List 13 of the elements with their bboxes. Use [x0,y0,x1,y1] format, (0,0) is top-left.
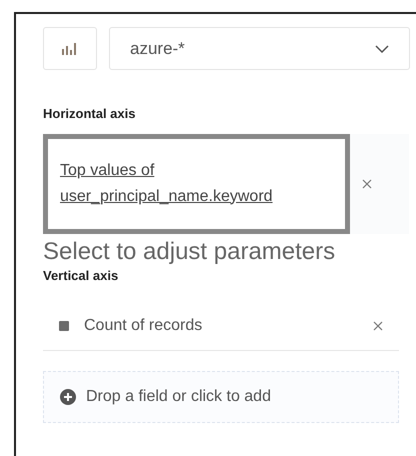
hint-text: Select to adjust parameters [43,238,336,266]
chevron-down-icon [375,44,389,52]
field-label: Count of records [84,316,204,336]
bar-chart-icon [62,42,78,54]
chart-type-button[interactable] [43,27,97,70]
close-icon[interactable] [362,178,372,188]
axis-label: Vertical axis [43,266,118,284]
axis-label: Horizontal axis [43,105,136,123]
plus-circle-icon [60,389,76,405]
dimension-field[interactable]: Top values of user_principal_name.keyword [43,134,350,234]
close-icon[interactable] [373,320,383,330]
data-view-dropdown[interactable]: azure-* [109,27,410,70]
add-field-button[interactable]: Drop a field or click to add [43,371,399,423]
